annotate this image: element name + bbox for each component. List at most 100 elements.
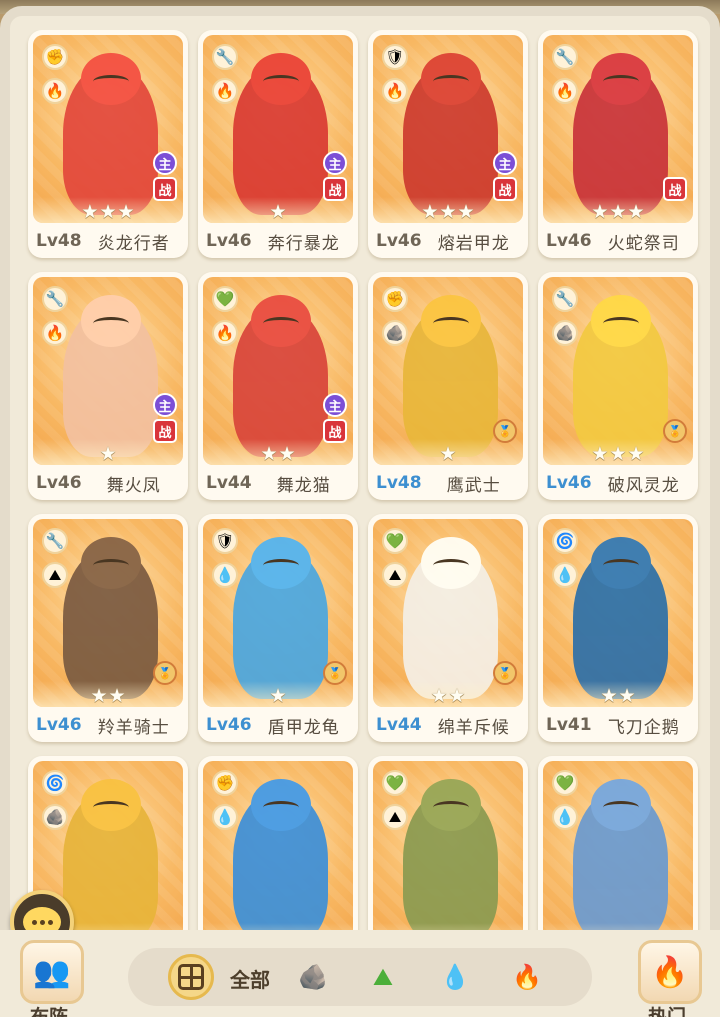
star-rating: ★ ★ ★ [543, 443, 693, 465]
star-icon: ★ [618, 685, 636, 707]
star-icon: ★ [439, 443, 457, 465]
monster-card[interactable]: 💚 ⛰ [368, 756, 528, 930]
monster-figure [233, 65, 328, 215]
monster-figure [403, 549, 498, 699]
rock-icon: 🪨 [552, 320, 578, 346]
main-tag: 主 [153, 393, 177, 417]
star-rating: ★ [203, 201, 353, 223]
monster-name: 舞龙猫 [276, 475, 331, 496]
monster-card[interactable]: 💚 🔥 主战 ★ ★ Lv44 舞龙猫 [198, 272, 358, 500]
monster-level: Lv48 [36, 231, 82, 251]
star-icon: ★ [600, 685, 618, 707]
medal-icon: 🏅 [663, 419, 687, 443]
card-info: Lv46 破风灵龙 [538, 468, 698, 498]
card-info: Lv46 舞火凤 [28, 468, 188, 498]
formation-label: 布阵 [30, 1006, 69, 1017]
wrench-icon: 🔧 [42, 286, 68, 312]
star-icon: ★ [269, 685, 287, 707]
heart-icon: 💚 [552, 770, 578, 796]
wrench-icon: 🔧 [552, 44, 578, 70]
filter-water-button[interactable]: 💧 [432, 954, 478, 1000]
battle-tag: 战 [493, 177, 517, 201]
medal-icon: 🏅 [323, 661, 347, 685]
water-icon: 💧 [552, 562, 578, 588]
medal-icon: 🏅 [493, 419, 517, 443]
star-icon: ★ [439, 201, 457, 223]
grid-icon [178, 964, 204, 990]
monster-figure [233, 549, 328, 699]
monster-card[interactable]: 🛡 💧 🏅 ★ Lv46 盾甲龙龟 [198, 514, 358, 742]
card-info: Lv44 舞龙猫 [198, 468, 358, 498]
filter-fire-button[interactable]: 🔥 [504, 954, 550, 1000]
card-info: Lv46 羚羊骑士 [28, 710, 188, 740]
monster-portrait: 💚 💧 [543, 761, 693, 930]
monster-portrait: 🛡 💧 🏅 ★ [203, 519, 353, 707]
monster-name: 炎龙行者 [97, 233, 170, 254]
monster-level: Lv46 [546, 473, 592, 493]
portrait-gloss [543, 923, 693, 930]
monster-figure [573, 549, 668, 699]
monster-card[interactable]: 🛡 🔥 主战 ★ ★ ★ Lv46 熔岩甲龙 [368, 30, 528, 258]
swirl-icon: 🌀 [552, 528, 578, 554]
monster-card[interactable]: 💚 ⛰ 🏅 ★ ★ Lv44 绵羊斥候 [368, 514, 528, 742]
star-icon: ★ [99, 443, 117, 465]
main-tag: 主 [493, 151, 517, 175]
star-icon: ★ [117, 201, 135, 223]
hot-button[interactable]: 🔥 [638, 940, 702, 1004]
monster-card[interactable]: 🔧 🪨 🏅 ★ ★ ★ Lv46 破风灵龙 [538, 272, 698, 500]
wrench-icon: 🔧 [552, 286, 578, 312]
medal-icon: 🏅 [153, 661, 177, 685]
star-icon: ★ [448, 685, 466, 707]
monster-level: Lv48 [376, 473, 422, 493]
monster-card[interactable]: 🔧 🔥 主战 ★ Lv46 奔行暴龙 [198, 30, 358, 258]
monster-card[interactable]: ✊ 🪨 🏅 ★ Lv48 鹰武士 [368, 272, 528, 500]
card-info: Lv46 盾甲龙龟 [198, 710, 358, 740]
fire-icon: 🔥 [212, 320, 238, 346]
monster-portrait: 💚 🔥 主战 ★ ★ [203, 277, 353, 465]
monster-card[interactable]: 🔧 🔥 战 ★ ★ ★ Lv46 火蛇祭司 [538, 30, 698, 258]
card-info: Lv46 奔行暴龙 [198, 226, 358, 256]
monster-portrait: 🛡 🔥 主战 ★ ★ ★ [373, 35, 523, 223]
monster-card[interactable]: 🔧 ⛰ 🏅 ★ ★ Lv46 羚羊骑士 [28, 514, 188, 742]
monster-name: 飞刀企鹅 [607, 717, 680, 738]
medal-icon: 🏅 [493, 661, 517, 685]
star-icon: ★ [269, 201, 287, 223]
monster-name: 熔岩甲龙 [437, 233, 510, 254]
monster-card[interactable]: 💚 💧 [538, 756, 698, 930]
monster-portrait: 🔧 🪨 🏅 ★ ★ ★ [543, 277, 693, 465]
monster-portrait: 🌀 💧 ★ ★ [543, 519, 693, 707]
monster-name: 绵羊斥候 [437, 717, 510, 738]
star-icon: ★ [609, 201, 627, 223]
monster-card[interactable]: 🌀 💧 ★ ★ Lv41 飞刀企鹅 [538, 514, 698, 742]
battle-tag: 战 [323, 419, 347, 443]
filter-rock-button[interactable]: 🪨 [290, 954, 336, 1000]
monster-portrait: ✊ 💧 [203, 761, 353, 930]
fist-icon: ✊ [212, 770, 238, 796]
monster-card[interactable]: ✊ 💧 [198, 756, 358, 930]
monster-card[interactable]: 🔧 🔥 主战 ★ Lv46 舞火凤 [28, 272, 188, 500]
fire-icon: 🔥 [512, 963, 542, 991]
monster-name: 鹰武士 [446, 475, 501, 496]
fire-icon: 🔥 [42, 320, 68, 346]
battle-tag: 战 [663, 177, 687, 201]
monster-figure [63, 307, 158, 457]
card-info: Lv46 火蛇祭司 [538, 226, 698, 256]
fire-icon: 🔥 [42, 78, 68, 104]
mountain-icon: ⛰ [382, 562, 408, 588]
star-icon: ★ [278, 443, 296, 465]
portrait-gloss [203, 923, 353, 930]
fist-icon: ✊ [382, 286, 408, 312]
rock-icon: 🪨 [382, 320, 408, 346]
portrait-gloss [373, 923, 523, 930]
filter-all-button[interactable] [168, 954, 214, 1000]
star-icon: ★ [627, 201, 645, 223]
filter-mountain-button[interactable]: ⛰ [360, 954, 406, 1000]
star-icon: ★ [421, 201, 439, 223]
star-rating: ★ ★ [373, 685, 523, 707]
monster-card[interactable]: ✊ 🔥 主战 ★ ★ ★ Lv48 炎龙行者 [28, 30, 188, 258]
star-icon: ★ [609, 443, 627, 465]
formation-button[interactable]: 👥 [20, 940, 84, 1004]
card-info: Lv48 炎龙行者 [28, 226, 188, 256]
monster-level: Lv44 [376, 715, 422, 735]
star-rating: ★ ★ ★ [373, 201, 523, 223]
